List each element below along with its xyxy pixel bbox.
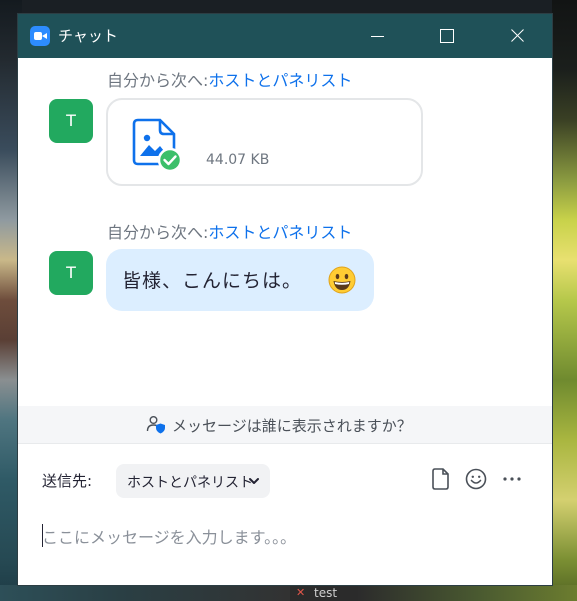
check-circle-icon <box>157 147 180 172</box>
message-bubble[interactable]: 皆様、こんにちは。 <box>106 249 374 311</box>
user-shield-icon <box>146 416 165 434</box>
avatar: T <box>49 251 93 295</box>
maximize-icon <box>440 29 454 43</box>
message-input-placeholder: ここにメッセージを入力します。。。 <box>42 528 297 547</box>
emoji-icon <box>465 468 487 490</box>
more-options-button[interactable] <box>499 466 525 492</box>
more-icon <box>503 477 521 481</box>
message-input[interactable]: ここにメッセージを入力します。。。 <box>42 512 532 552</box>
sender-prefix: 自分から次へ: <box>107 223 209 242</box>
minimize-button[interactable] <box>354 14 400 58</box>
recipient-label: 送信先: <box>42 472 93 490</box>
desktop-wallpaper-right <box>552 0 577 601</box>
message-text: 皆様、こんにちは。 <box>122 270 303 292</box>
recipient-dropdown[interactable]: ホストとパネリスト <box>116 464 270 498</box>
app-icon: ✕ <box>296 586 306 599</box>
send-file-button[interactable] <box>428 466 454 492</box>
emoji-button[interactable] <box>463 466 489 492</box>
image-file-icon <box>132 118 180 172</box>
chat-window: チャット 自分から次へ:ホストとパネリスト T 44.07 KB 自分から次へ:… <box>18 14 552 585</box>
grinning-face-emoji <box>328 266 356 294</box>
file-size: 44.07 KB <box>206 152 270 168</box>
close-button[interactable] <box>494 14 540 58</box>
message-header: 自分から次へ:ホストとパネリスト <box>107 222 352 244</box>
desktop-wallpaper-bottom <box>0 585 577 601</box>
recipient-dropdown-value: ホストとパネリスト <box>127 475 253 491</box>
chevron-down-icon <box>249 478 259 484</box>
message-header: 自分から次へ:ホストとパネリスト <box>107 70 352 92</box>
visibility-text: メッセージは誰に表示されますか？ <box>172 417 412 435</box>
file-icon <box>432 468 449 490</box>
taskbar-item[interactable]: ✕ test <box>290 585 358 601</box>
visibility-info-bar[interactable]: メッセージは誰に表示されますか？ <box>18 406 552 444</box>
window-title: チャット <box>58 27 118 45</box>
sender-prefix: 自分から次へ: <box>107 71 209 90</box>
avatar: T <box>49 99 93 143</box>
taskbar-item-label: test <box>314 586 338 600</box>
message-list[interactable]: 自分から次へ:ホストとパネリスト T 44.07 KB 自分から次へ:ホストとパ… <box>18 58 552 406</box>
title-bar[interactable]: チャット <box>18 14 552 58</box>
compose-area: 送信先: ホストとパネリスト ここにメッセージを入力します。。。 <box>18 444 552 585</box>
recipient-link[interactable]: ホストとパネリスト <box>208 223 352 242</box>
file-attachment-card[interactable]: 44.07 KB <box>106 98 423 186</box>
minimize-icon <box>371 36 384 37</box>
video-camera-icon <box>30 26 50 46</box>
recipient-link[interactable]: ホストとパネリスト <box>208 71 352 90</box>
maximize-button[interactable] <box>424 14 470 58</box>
text-caret <box>42 524 43 547</box>
